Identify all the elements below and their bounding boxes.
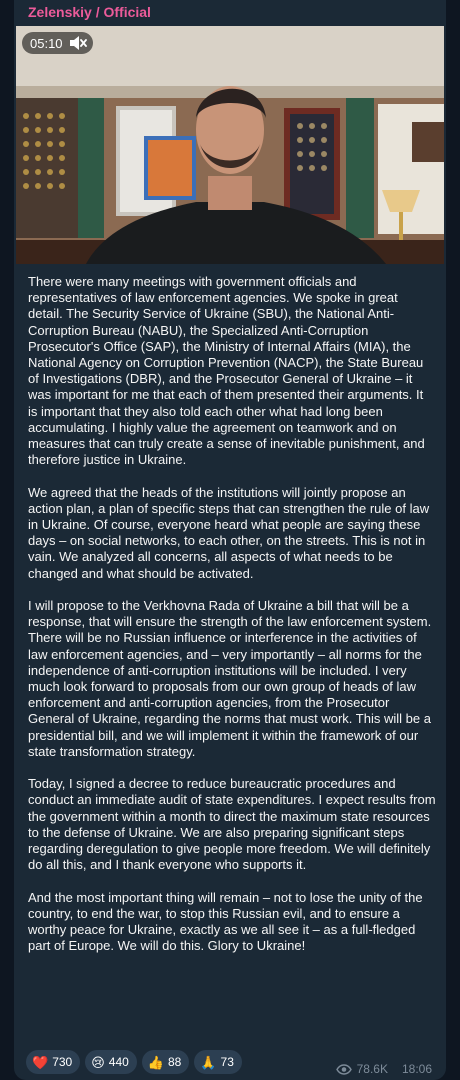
heart-icon: ❤️: [32, 1054, 49, 1070]
thumbs-up-icon: 👍: [147, 1054, 164, 1070]
message-text: There were many meetings with government…: [28, 274, 436, 971]
video-player[interactable]: 05:10: [16, 26, 444, 264]
video-frame: [16, 26, 444, 264]
folded-hands-icon: 🙏: [200, 1054, 217, 1070]
message-time: 18:06: [401, 1062, 432, 1076]
message-paragraph: And the most important thing will remain…: [28, 889, 423, 954]
message-meta: 78.6K 18:06: [335, 1062, 432, 1076]
reaction-heart[interactable]: ❤️ 730: [26, 1050, 81, 1074]
eye-icon: [335, 1063, 352, 1075]
video-duration: 05:10: [30, 35, 63, 51]
video-duration-badge[interactable]: 05:10: [22, 32, 93, 54]
message-bubble: Zelenskiy / Official 05:10 There were ma…: [14, 0, 446, 1080]
message-paragraph: I will propose to the Verkhovna Rada of …: [28, 598, 432, 759]
message-paragraph: There were many meetings with government…: [28, 274, 425, 468]
reaction-count: 440: [108, 1055, 129, 1069]
reaction-folded-hands[interactable]: 🙏 73: [194, 1050, 242, 1074]
reaction-crying-face[interactable]: 😢 440: [85, 1050, 137, 1074]
reaction-thumbs-up[interactable]: 👍 88: [141, 1050, 190, 1074]
reaction-count: 730: [52, 1055, 73, 1069]
reactions-bar: ❤️ 730 😢 440 👍 88 🙏 73: [26, 1050, 242, 1074]
speaker-muted-icon[interactable]: [69, 35, 87, 51]
message-paragraph: Today, I signed a decree to reduce burea…: [28, 776, 436, 873]
message-paragraph: We agreed that the heads of the institut…: [28, 484, 430, 581]
crying-face-icon: 😢: [91, 1054, 105, 1070]
view-count: 78.6K: [356, 1062, 388, 1076]
reaction-count: 88: [168, 1055, 182, 1069]
reaction-count: 73: [220, 1055, 234, 1069]
channel-name[interactable]: Zelenskiy / Official: [28, 4, 151, 20]
